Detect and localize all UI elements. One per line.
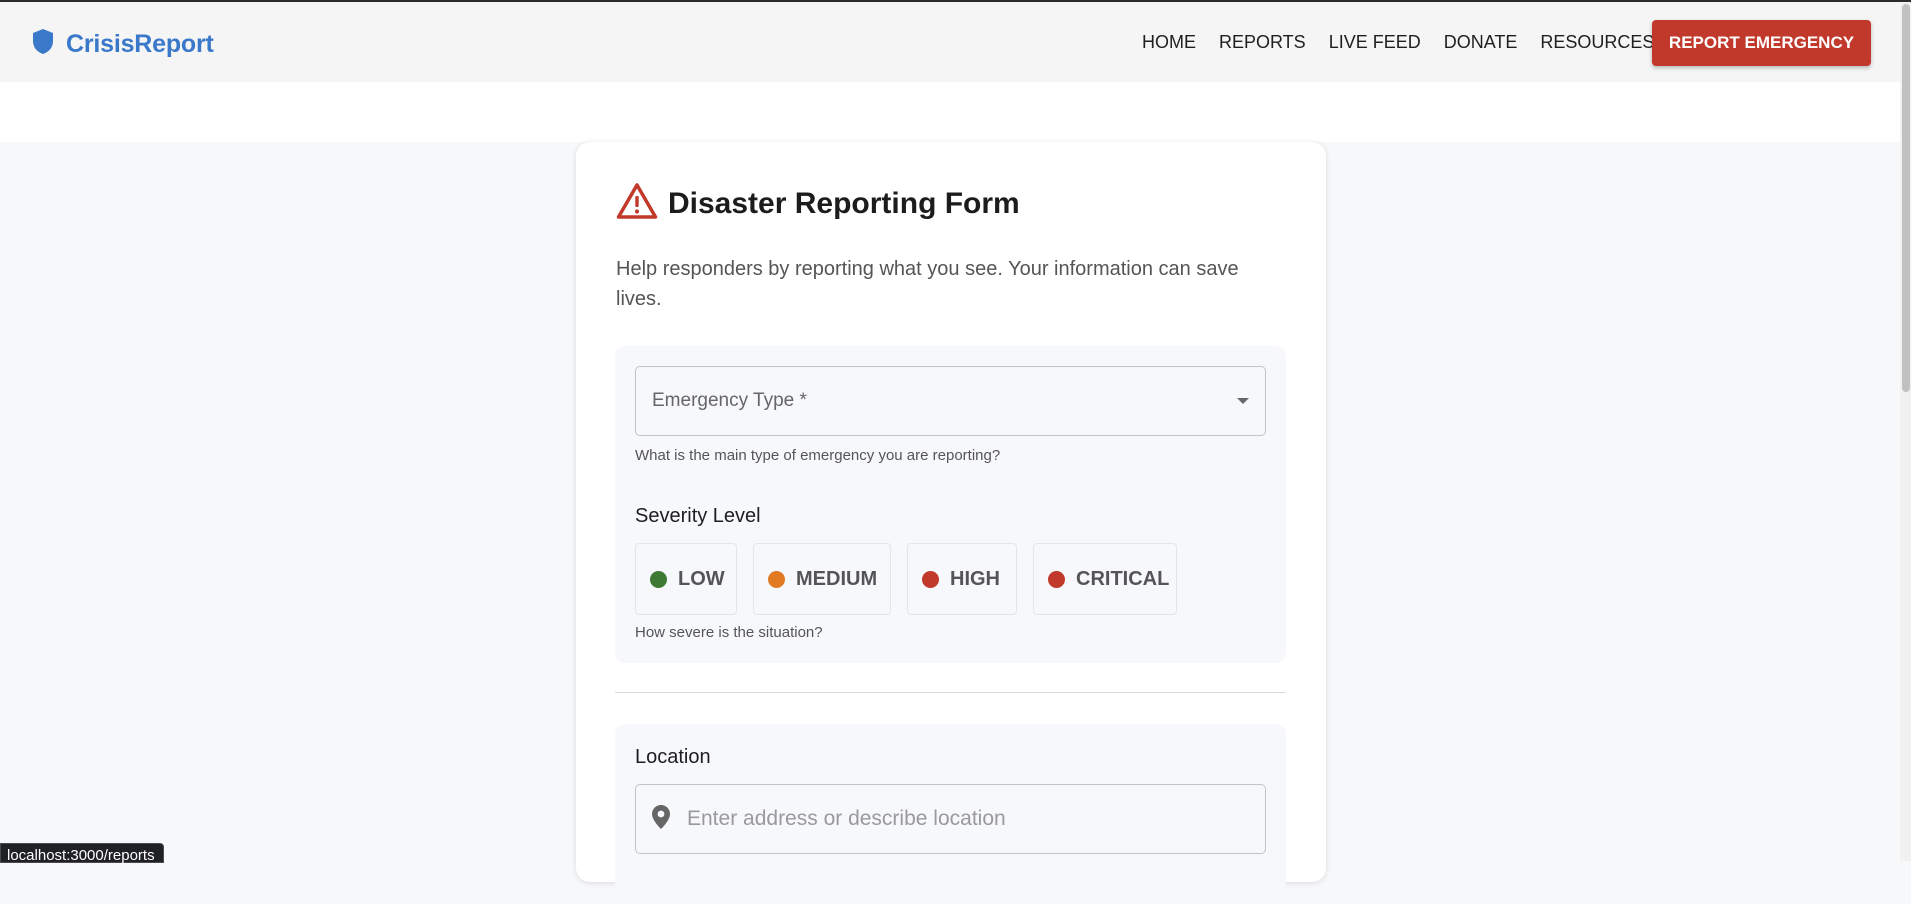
severity-dot-icon: [922, 570, 939, 588]
navbar: CrisisReport HOME REPORTS LIVE FEED DONA…: [0, 2, 1900, 82]
report-emergency-button[interactable]: REPORT EMERGENCY: [1652, 20, 1871, 66]
emergency-type-helper: What is the main type of emergency you a…: [635, 447, 1001, 464]
shield-icon: [32, 28, 54, 60]
brand-logo-link[interactable]: CrisisReport: [32, 28, 214, 60]
main-nav: HOME REPORTS LIVE FEED DONATE RESOURCES: [1142, 32, 1654, 53]
brand-name: CrisisReport: [66, 29, 214, 58]
form-subtitle: Help responders by reporting what you se…: [616, 258, 1239, 310]
chevron-down-icon: [1237, 398, 1249, 404]
location-input[interactable]: [685, 806, 1245, 832]
severity-dot-icon: [1048, 570, 1065, 588]
form-title: Disaster Reporting Form: [668, 186, 1020, 220]
location-panel: Location: [615, 724, 1286, 904]
severity-option-label: MEDIUM: [796, 567, 878, 590]
severity-helper: How severe is the situation?: [635, 624, 823, 641]
nav-link-live-feed[interactable]: LIVE FEED: [1329, 32, 1421, 53]
severity-option-critical[interactable]: CRITICAL: [1033, 543, 1177, 615]
section-divider: [615, 692, 1286, 693]
report-form-card: Disaster Reporting Form Help responders …: [576, 142, 1326, 904]
warning-icon: [616, 182, 658, 225]
emergency-type-select[interactable]: Emergency Type *: [635, 366, 1266, 436]
severity-dot-icon: [768, 570, 785, 588]
status-bar-url: localhost:3000/reports: [0, 843, 164, 864]
header-spacer: [0, 82, 1900, 142]
severity-option-medium[interactable]: MEDIUM: [753, 543, 891, 615]
location-label: Location: [635, 746, 711, 768]
scrollbar-thumb[interactable]: [1902, 4, 1910, 392]
severity-label: Severity Level: [635, 505, 761, 527]
severity-dot-icon: [650, 570, 667, 588]
nav-link-home[interactable]: HOME: [1142, 32, 1196, 53]
emergency-details-panel: Emergency Type * What is the main type o…: [615, 346, 1286, 663]
severity-option-label: LOW: [678, 567, 725, 590]
emergency-type-label: Emergency Type *: [652, 390, 807, 411]
severity-option-low[interactable]: LOW: [635, 543, 737, 615]
form-title-row: Disaster Reporting Form: [616, 182, 1020, 225]
severity-option-high[interactable]: HIGH: [907, 543, 1017, 615]
nav-link-reports[interactable]: REPORTS: [1219, 32, 1306, 53]
map-pin-icon: [651, 804, 671, 835]
nav-link-resources[interactable]: RESOURCES: [1540, 32, 1654, 53]
nav-link-donate[interactable]: DONATE: [1444, 32, 1518, 53]
location-field[interactable]: [635, 784, 1266, 854]
severity-option-label: HIGH: [950, 567, 1000, 590]
severity-option-label: CRITICAL: [1076, 567, 1170, 590]
